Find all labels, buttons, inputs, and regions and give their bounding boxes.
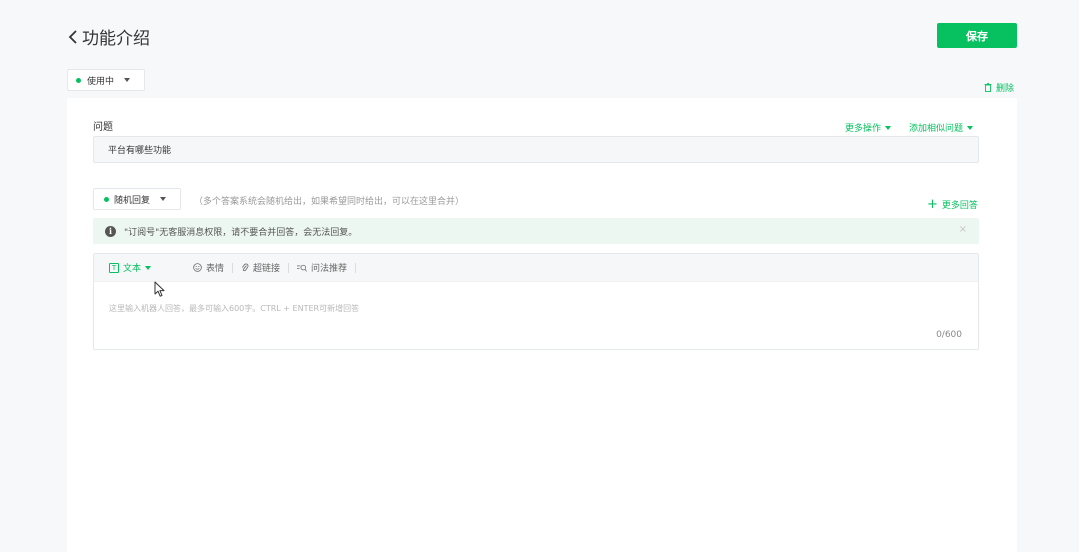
reply-mode-hint: （多个答案系统会随机给出，如果希望同时给出，可以在这里合并） bbox=[194, 197, 465, 207]
page-title: 功能介绍 bbox=[82, 29, 150, 49]
toolbar-divider bbox=[232, 262, 234, 273]
emoji-button[interactable]: 表情 bbox=[193, 261, 224, 274]
close-icon[interactable]: × bbox=[959, 224, 967, 235]
chevron-left-icon bbox=[68, 29, 77, 44]
notice-banner: i "订阅号"无客服消息权限，请不要合并回答，会无法回复。 × bbox=[93, 218, 979, 244]
char-counter: 0/600 bbox=[936, 330, 962, 340]
caret-down-icon bbox=[967, 125, 974, 130]
answer-editor: T 文本 表情 超链接 问法推荐 这里输入机器人回答，最多可输入600字。CTR… bbox=[93, 253, 979, 350]
text-format-icon: T bbox=[109, 262, 119, 273]
hyperlink-label: 超链接 bbox=[253, 264, 281, 274]
hyperlink-button[interactable]: 超链接 bbox=[241, 261, 280, 274]
save-button[interactable]: 保存 bbox=[937, 23, 1017, 48]
text-format-dropdown[interactable]: T 文本 bbox=[109, 261, 152, 274]
toolbar-divider bbox=[288, 262, 290, 273]
status-label: 使用中 bbox=[87, 76, 115, 87]
plus-icon: + bbox=[927, 196, 938, 212]
more-operations-dropdown[interactable]: 更多操作 bbox=[845, 121, 892, 134]
recommend-label: 问法推荐 bbox=[311, 264, 348, 274]
text-format-label: 文本 bbox=[123, 264, 142, 274]
qa-card: 问题 更多操作 添加相似问题 平台有哪些功能 随机回复 （多个答案系统会随机给出… bbox=[67, 98, 1017, 552]
notice-text: "订阅号"无客服消息权限，请不要合并回答，会无法回复。 bbox=[124, 227, 358, 238]
back-button[interactable]: 功能介绍 bbox=[68, 24, 150, 49]
question-label: 问题 bbox=[93, 122, 113, 133]
more-operations-label: 更多操作 bbox=[845, 124, 882, 134]
question-input[interactable]: 平台有哪些功能 bbox=[93, 136, 979, 163]
smiley-icon bbox=[193, 263, 202, 272]
editor-toolbar: T 文本 表情 超链接 问法推荐 bbox=[94, 254, 978, 282]
info-icon: i bbox=[105, 225, 116, 237]
answer-textarea[interactable]: 这里输入机器人回答，最多可输入600字。CTRL + ENTER可新增回答 bbox=[109, 303, 359, 314]
trash-icon bbox=[984, 83, 992, 92]
status-dot bbox=[76, 77, 81, 83]
status-dropdown[interactable]: 使用中 bbox=[67, 69, 145, 91]
toolbar-divider bbox=[355, 262, 357, 273]
add-similar-question-dropdown[interactable]: 添加相似问题 bbox=[909, 121, 974, 134]
caret-down-icon bbox=[160, 197, 167, 201]
add-similar-question-label: 添加相似问题 bbox=[909, 124, 964, 134]
delete-button[interactable]: 删除 bbox=[984, 81, 1014, 94]
search-text-icon bbox=[297, 264, 307, 272]
recommend-button[interactable]: 问法推荐 bbox=[297, 261, 347, 274]
more-answers-label: 更多回答 bbox=[941, 201, 978, 211]
mode-dot bbox=[104, 196, 109, 202]
mouse-pointer-icon bbox=[154, 281, 165, 297]
reply-mode-dropdown[interactable]: 随机回复 bbox=[93, 188, 181, 210]
more-answers-button[interactable]: + 更多回答 bbox=[927, 196, 978, 212]
caret-down-icon bbox=[885, 125, 892, 130]
reply-mode-label: 随机回复 bbox=[114, 195, 151, 206]
delete-label: 删除 bbox=[996, 84, 1015, 94]
caret-down-icon bbox=[145, 265, 152, 270]
caret-down-icon bbox=[124, 78, 131, 82]
emoji-label: 表情 bbox=[206, 264, 225, 274]
paperclip-icon bbox=[242, 263, 249, 272]
